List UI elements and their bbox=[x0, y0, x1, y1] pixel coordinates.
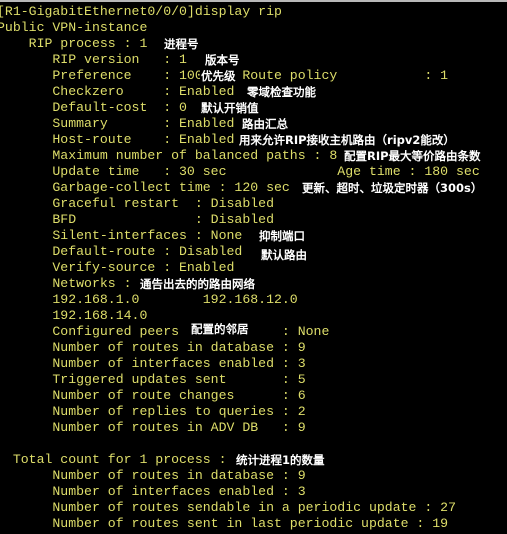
annotation-label: 更新、超时、垃圾定时器（300s） bbox=[301, 180, 484, 196]
output-line: Summary : Enabled bbox=[0, 116, 235, 131]
annotation-label: 通告出去的的路由网络 bbox=[139, 276, 256, 292]
output-line: RIP version : 1 bbox=[0, 52, 187, 67]
output-line: 192.168.1.0 192.168.12.0 bbox=[0, 292, 298, 307]
annotation-label: 路由汇总 bbox=[241, 116, 289, 132]
annotation-label: 零域检查功能 bbox=[246, 84, 317, 100]
terminal-window[interactable]: [R1-GigabitEthernet0/0/0]display rip Publ… bbox=[0, 0, 507, 534]
annotation-label: 配置的邻居 bbox=[190, 321, 250, 337]
annotation-label: 统计进程1的数量 bbox=[235, 452, 326, 468]
output-line: Triggered updates sent : 5 bbox=[0, 372, 306, 387]
output-line: Number of interfaces enabled : 3 bbox=[0, 484, 306, 499]
command-line: [R1-GigabitEthernet0/0/0]display rip bbox=[0, 4, 282, 19]
output-line: Number of route changes : 6 bbox=[0, 388, 306, 403]
output-line: 192.168.14.0 bbox=[0, 308, 148, 323]
output-line: Default-route : Disabled bbox=[0, 244, 243, 259]
output-line: Default-cost : 0 bbox=[0, 100, 187, 115]
output-line: Networks : bbox=[0, 276, 132, 291]
output-line: RIP process : 1 bbox=[0, 36, 148, 51]
annotation-label: 配置RIP最大等价路由条数 bbox=[343, 148, 482, 164]
output-line: Maximum number of balanced paths : 8 bbox=[0, 148, 338, 163]
output-line: Configured peers : None bbox=[0, 324, 330, 339]
annotation-label: 用来允许RIP接收主机路由（ripv2能改） bbox=[238, 132, 456, 148]
output-line: BFD : Disabled bbox=[0, 212, 274, 227]
annotation-label: 优先级 bbox=[200, 68, 237, 84]
output-line: Number of routes in database : 9 bbox=[0, 340, 306, 355]
annotation-label: 抑制端口 bbox=[258, 228, 306, 244]
annotation-label: 进程号 bbox=[163, 36, 200, 52]
output-line: Verify-source : Enabled bbox=[0, 260, 235, 275]
annotation-label: 默认开销值 bbox=[200, 100, 260, 116]
output-line: Garbage-collect time : 120 sec bbox=[0, 180, 290, 195]
output-line: Checkzero : Enabled bbox=[0, 84, 235, 99]
annotation-label: 默认路由 bbox=[260, 247, 308, 263]
output-line: Number of replies to queries : 2 bbox=[0, 404, 306, 419]
output-line: Graceful restart : Disabled bbox=[0, 196, 274, 211]
output-line: Silent-interfaces : None bbox=[0, 228, 243, 243]
output-line: Number of interfaces enabled : 3 bbox=[0, 356, 306, 371]
output-line: Number of routes in database : 9 bbox=[0, 468, 306, 483]
output-line: Number of routes sendable in a periodic … bbox=[0, 500, 456, 515]
output-line: Number of routes sent in last periodic u… bbox=[0, 516, 449, 531]
output-line: Host-route : Enabled bbox=[0, 132, 235, 147]
output-line: Total count for 1 process : bbox=[0, 452, 227, 467]
output-line: Public VPN-instance bbox=[0, 20, 148, 35]
output-line: Number of routes in ADV DB : 9 bbox=[0, 420, 306, 435]
annotation-label: 版本号 bbox=[204, 52, 241, 68]
output-line: Update time : 30 sec Age time : 180 sec bbox=[0, 164, 480, 179]
